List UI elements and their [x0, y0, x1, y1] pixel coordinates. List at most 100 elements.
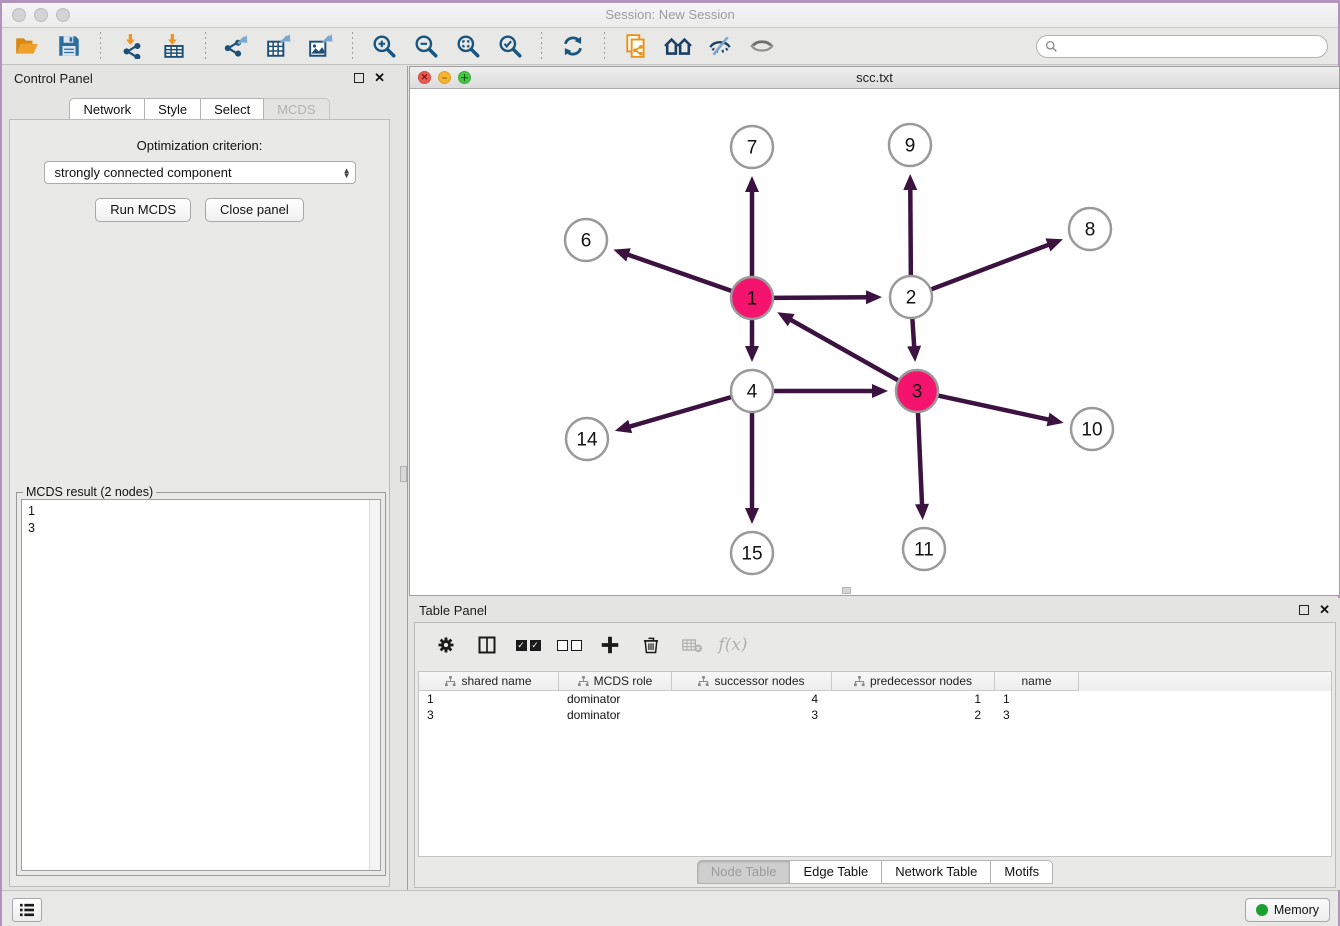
float-panel-icon[interactable]	[354, 73, 364, 83]
graph-node-label: 7	[747, 138, 758, 159]
graph-node-label: 10	[1081, 420, 1102, 441]
table-panel-body: ✓✓ f(x) shared nameMCDS rolesuccessor no…	[414, 622, 1336, 888]
toolbar-separator	[100, 32, 101, 60]
table-panel-tabs: Node TableEdge TableNetwork TableMotifs	[415, 860, 1335, 884]
zoom-selected-icon[interactable]	[495, 31, 525, 61]
arrowhead-icon	[915, 504, 929, 520]
zoom-fit-icon[interactable]	[453, 31, 483, 61]
task-history-button[interactable]	[12, 898, 42, 922]
table-panel: Table Panel ✕ ✓✓	[409, 598, 1340, 890]
close-panel-button[interactable]: Close panel	[205, 198, 304, 222]
canvas-scrollbar-thumb[interactable]	[842, 587, 851, 594]
gear-icon[interactable]	[433, 632, 459, 658]
graph-edge-1-6[interactable]	[625, 254, 732, 292]
delete-row-icon[interactable]	[638, 632, 664, 658]
float-panel-icon[interactable]	[1299, 605, 1309, 615]
cell[interactable]: 1	[995, 691, 1079, 707]
arrowhead-icon	[613, 248, 630, 261]
cell[interactable]: dominator	[559, 691, 672, 707]
graph-edge-3-1[interactable]	[788, 318, 899, 381]
graph-edge-1-2[interactable]	[773, 297, 870, 298]
graph-node-label: 9	[905, 136, 916, 157]
control-panel-title: Control Panel	[4, 71, 93, 86]
run-mcds-button[interactable]: Run MCDS	[95, 198, 191, 222]
arrowhead-icon	[1047, 413, 1064, 427]
network-frame-titlebar[interactable]: ✕ − ＋ scc.txt	[410, 67, 1339, 89]
column-header-MCDS-role[interactable]: MCDS role	[559, 672, 672, 691]
open-folder-icon[interactable]	[12, 31, 42, 61]
tab-node-table[interactable]: Node Table	[697, 860, 791, 884]
search-input[interactable]	[1063, 39, 1319, 53]
deselect-all-icon[interactable]	[556, 632, 582, 658]
table-panel-title: Table Panel	[409, 603, 487, 618]
cell[interactable]: 1	[419, 691, 559, 707]
import-network-icon[interactable]	[117, 31, 147, 61]
cell[interactable]: 2	[832, 707, 995, 723]
graph-node-label: 4	[747, 382, 758, 403]
node-table: shared nameMCDS rolesuccessor nodesprede…	[418, 671, 1332, 857]
network-frame: ✕ − ＋ scc.txt 1234678910111415	[409, 66, 1340, 596]
tab-motifs[interactable]: Motifs	[991, 860, 1053, 884]
export-image-icon[interactable]	[306, 31, 336, 61]
graph-edge-2-3[interactable]	[912, 318, 914, 350]
network-frame-title: scc.txt	[410, 70, 1339, 85]
cell[interactable]: 3	[995, 707, 1079, 723]
cell[interactable]: dominator	[559, 707, 672, 723]
export-network-icon[interactable]	[222, 31, 252, 61]
cell[interactable]: 3	[419, 707, 559, 723]
sort-tree-icon	[578, 676, 589, 687]
add-row-icon[interactable]	[597, 632, 623, 658]
window-titlebar: Session: New Session	[2, 3, 1338, 28]
zoom-out-icon[interactable]	[411, 31, 441, 61]
tab-network-table[interactable]: Network Table	[882, 860, 991, 884]
network-canvas[interactable]: 1234678910111415	[410, 89, 1339, 595]
graph-edge-4-14[interactable]	[626, 397, 731, 428]
mcds-result-text: 1 3	[28, 503, 35, 536]
cell[interactable]: 1	[832, 691, 995, 707]
graph-node-label: 14	[576, 430, 598, 451]
close-panel-icon[interactable]: ✕	[1319, 605, 1330, 615]
column-header-predecessor-nodes[interactable]: predecessor nodes	[832, 672, 995, 691]
result-scrollbar[interactable]	[369, 500, 380, 870]
cell[interactable]: 3	[672, 707, 832, 723]
column-header-successor-nodes[interactable]: successor nodes	[672, 672, 832, 691]
memory-button[interactable]: Memory	[1245, 898, 1330, 922]
export-table-icon[interactable]	[264, 31, 294, 61]
ndex-houses-icon[interactable]	[663, 31, 693, 61]
refresh-layout-icon[interactable]	[558, 31, 588, 61]
criterion-dropdown[interactable]: strongly connected component ▲▼	[44, 161, 356, 184]
mcds-result-textarea[interactable]: 1 3	[21, 499, 381, 871]
arrowhead-icon	[1045, 238, 1062, 251]
column-view-icon[interactable]	[474, 632, 500, 658]
zoom-in-icon[interactable]	[369, 31, 399, 61]
tab-edge-table[interactable]: Edge Table	[790, 860, 882, 884]
save-icon[interactable]	[54, 31, 84, 61]
graph-edge-3-10[interactable]	[938, 395, 1052, 420]
import-table-icon[interactable]	[159, 31, 189, 61]
panel-splitter[interactable]	[399, 66, 408, 890]
copy-network-icon[interactable]	[621, 31, 651, 61]
graph-node-label: 8	[1085, 220, 1096, 241]
memory-status-icon	[1256, 904, 1268, 916]
sort-tree-icon	[445, 676, 456, 687]
close-panel-icon[interactable]: ✕	[374, 73, 385, 83]
splitter-handle-icon[interactable]	[400, 466, 407, 482]
status-bar: Memory	[2, 890, 1338, 926]
main-toolbar	[2, 28, 1338, 65]
graph-edge-3-11[interactable]	[918, 412, 922, 508]
show-eye-icon[interactable]	[747, 31, 777, 61]
graph-edge-2-9[interactable]	[910, 186, 911, 276]
graph-edge-2-8[interactable]	[931, 244, 1052, 290]
toolbar-separator	[352, 32, 353, 60]
table-row: 1dominator411	[419, 691, 1331, 707]
window-title: Session: New Session	[2, 7, 1338, 22]
select-all-icon[interactable]: ✓✓	[515, 632, 541, 658]
table-row: 3dominator323	[419, 707, 1331, 723]
column-header-shared-name[interactable]: shared name	[419, 672, 559, 691]
cell[interactable]: 4	[672, 691, 832, 707]
search-field[interactable]	[1036, 35, 1328, 58]
table-toolbar: ✓✓ f(x)	[415, 623, 1335, 667]
column-header-name[interactable]: name	[995, 672, 1079, 691]
hide-eye-icon[interactable]	[705, 31, 735, 61]
network-graph[interactable]: 1234678910111415	[410, 89, 1339, 595]
